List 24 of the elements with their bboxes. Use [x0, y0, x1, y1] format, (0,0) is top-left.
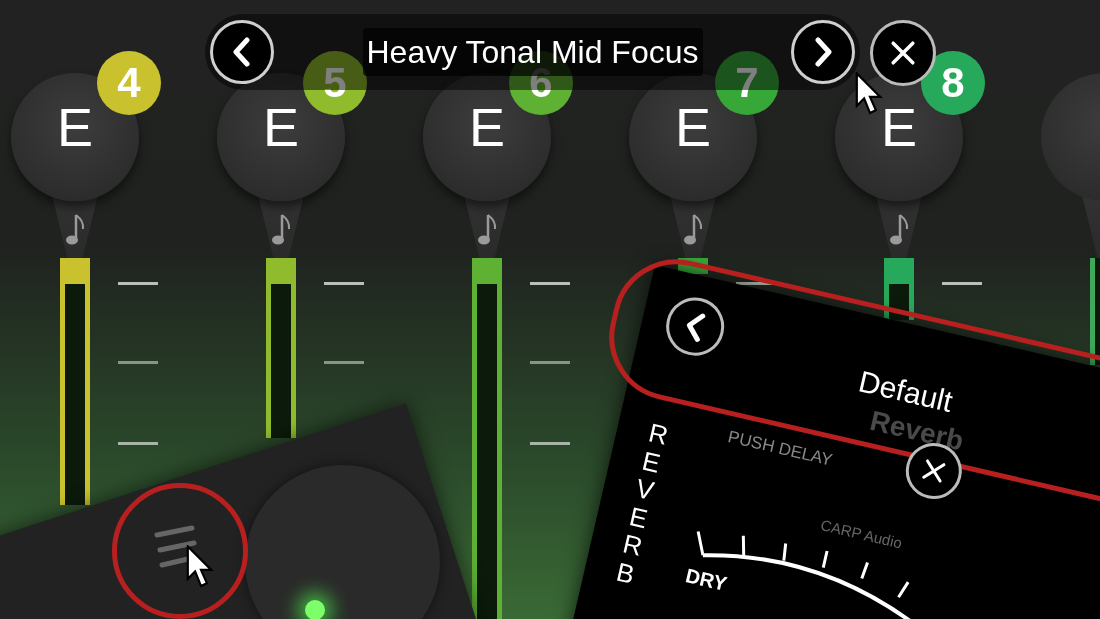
chevron-left-icon [231, 37, 253, 67]
side-label: REVERB [613, 418, 672, 592]
music-note-icon [64, 213, 86, 247]
note-label: E [675, 96, 711, 159]
dry-label: DRY [682, 563, 730, 597]
music-note-icon [682, 213, 704, 247]
note-label: E [881, 96, 917, 159]
music-note-icon [270, 213, 292, 247]
preset-name: Heavy Tonal Mid Focus [362, 28, 703, 76]
cursor-icon [855, 72, 885, 116]
note-label: E [263, 96, 299, 159]
note-label: E [57, 96, 93, 159]
previous-button[interactable] [210, 20, 274, 84]
push-delay-label: PUSH DELAY [725, 426, 835, 472]
string-strip [884, 258, 914, 320]
logo-text: CARP Audio [818, 515, 905, 554]
chevron-right-icon [812, 37, 834, 67]
music-note-icon [476, 213, 498, 247]
note-label: E [469, 96, 505, 159]
indicator-light-icon [305, 600, 325, 619]
cursor-icon [186, 545, 216, 589]
close-icon [889, 39, 917, 67]
next-button[interactable] [791, 20, 855, 84]
music-note-icon [888, 213, 910, 247]
